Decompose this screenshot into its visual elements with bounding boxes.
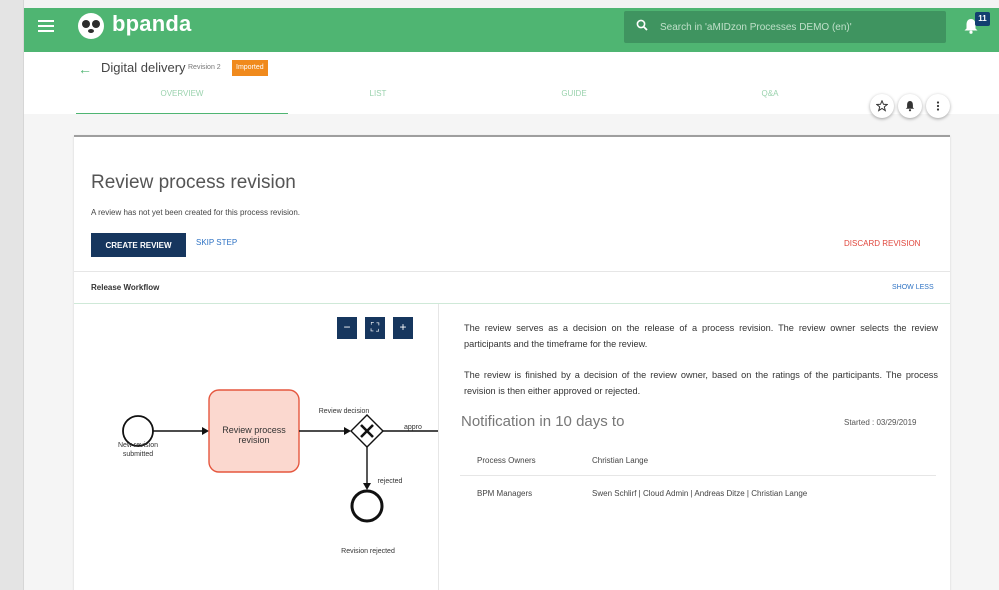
section-title: Release Workflow [91, 283, 160, 292]
workflow-description-2: The review is finished by a decision of … [464, 370, 938, 396]
tab-overview[interactable]: OVERVIEW [76, 88, 288, 114]
favorite-button[interactable] [870, 94, 894, 118]
panda-logo-icon [78, 13, 104, 39]
brand-name: bpanda [112, 11, 192, 36]
skip-step-button[interactable]: SKIP STEP [196, 238, 237, 247]
recipient-names: Christian Lange [592, 456, 649, 465]
start-event-label: New revision submitted [117, 442, 159, 458]
more-vertical-icon [936, 101, 940, 111]
imported-badge: Imported [232, 60, 268, 76]
fit-to-screen-button[interactable]: ⛶ [365, 317, 385, 339]
app-window: bpanda 11 ← Digital delivery Revision 2 … [24, 8, 999, 590]
recipient-row: Process Owners Christian Lange [460, 444, 936, 476]
task-label: Review process revision [222, 425, 286, 445]
search-input[interactable] [660, 17, 940, 37]
rejected-edge-label: rejected [377, 478, 403, 485]
gateway-label: Review decision [318, 408, 370, 415]
divider [74, 271, 950, 272]
back-arrow-icon[interactable]: ← [78, 61, 92, 77]
zoom-out-button[interactable]: − [337, 317, 357, 339]
more-options-button[interactable] [926, 94, 950, 118]
subscribe-button[interactable] [898, 94, 922, 118]
review-card: Review process revision A review has not… [74, 135, 950, 590]
search-box[interactable] [624, 11, 946, 43]
recipient-row: BPM Managers Swen Schlirf | Cloud Admin … [460, 477, 936, 509]
hamburger-menu-icon[interactable] [38, 20, 54, 33]
tab-qa[interactable]: Q&A [664, 88, 876, 114]
top-bar: bpanda 11 [24, 8, 999, 52]
discard-revision-button[interactable]: DISCARD REVISION [844, 239, 920, 248]
arrow-head [344, 427, 351, 435]
column-divider [438, 304, 439, 590]
approved-edge-label: appro [404, 424, 422, 431]
zoom-in-button[interactable]: + [393, 317, 413, 339]
recipient-role: Process Owners [477, 456, 536, 465]
notification-count-badge: 11 [975, 12, 990, 26]
recipient-role: BPM Managers [477, 489, 533, 498]
card-description: A review has not yet been created for th… [91, 208, 300, 217]
process-title: Digital delivery [101, 60, 186, 75]
revision-label: Revision 2 [188, 64, 221, 71]
notification-title: Notification in 10 days to [461, 413, 625, 430]
end-event [350, 489, 384, 523]
search-icon [636, 19, 648, 31]
show-less-link[interactable]: SHOW LESS [892, 284, 934, 291]
tab-bar: OVERVIEW LIST GUIDE Q&A [76, 88, 856, 114]
recipient-names: Swen Schlirf | Cloud Admin | Andreas Dit… [592, 489, 808, 498]
workflow-description-1: The review serves as a decision on the r… [464, 323, 938, 349]
end-event-label: Revision rejected [341, 548, 395, 555]
tab-list[interactable]: LIST [272, 88, 484, 114]
divider [74, 303, 950, 304]
bell-icon [905, 101, 915, 112]
process-header: ← Digital delivery Revision 2 Imported O… [24, 52, 999, 114]
star-icon [876, 100, 888, 112]
card-title: Review process revision [91, 172, 296, 193]
left-window-edge [0, 0, 24, 590]
started-date: Started : 03/29/2019 [844, 418, 917, 427]
tab-guide[interactable]: GUIDE [468, 88, 680, 114]
arrow-head [202, 427, 209, 435]
window-edge [0, 0, 999, 8]
create-review-button[interactable]: CREATE REVIEW [91, 233, 186, 257]
